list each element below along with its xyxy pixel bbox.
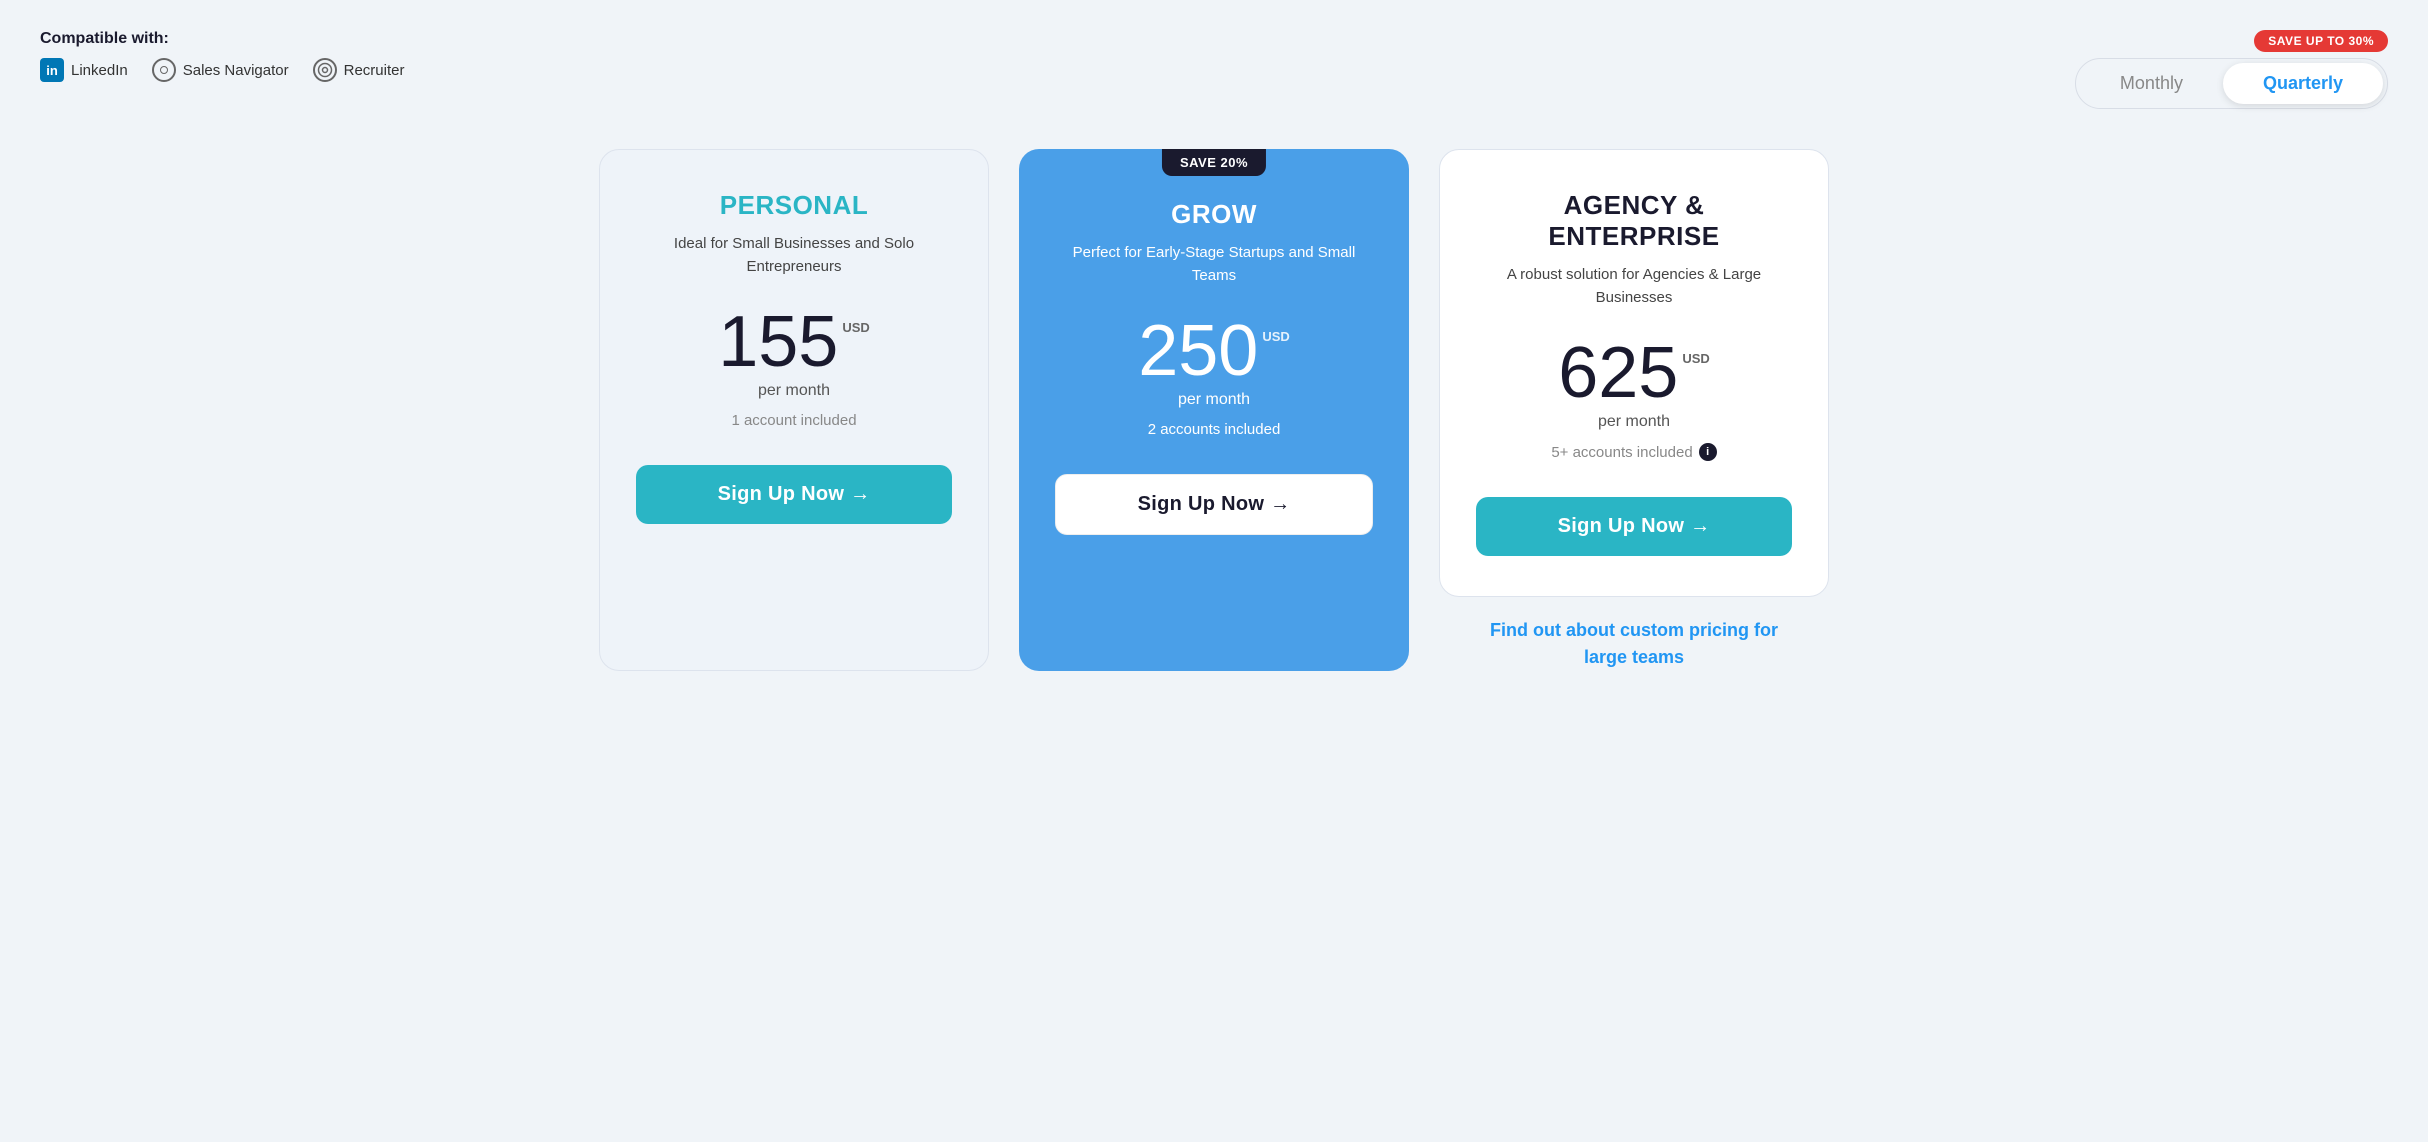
personal-plan-name: PERSONAL — [720, 190, 868, 221]
monthly-toggle-button[interactable]: Monthly — [2080, 63, 2223, 104]
personal-price-currency: USD — [842, 320, 869, 335]
recruiter-icon — [313, 58, 337, 82]
personal-signup-button[interactable]: Sign Up Now → — [636, 465, 952, 524]
compatible-icons: in LinkedIn Sales Navigator Recruiter — [40, 58, 404, 82]
grow-plan-description: Perfect for Early-Stage Startups and Sma… — [1055, 242, 1373, 287]
enterprise-plan-description: A robust solution for Agencies & Large B… — [1476, 264, 1792, 309]
linkedin-compat: in LinkedIn — [40, 58, 128, 82]
enterprise-plan-name: AGENCY & ENTERPRISE — [1476, 190, 1792, 252]
enterprise-wrapper: AGENCY & ENTERPRISE A robust solution fo… — [1439, 149, 1829, 671]
custom-pricing-section: Find out about custom pricing for large … — [1474, 617, 1794, 671]
page-header: Compatible with: in LinkedIn Sales Navig… — [40, 30, 2388, 109]
sales-navigator-label: Sales Navigator — [183, 62, 289, 79]
compatible-section: Compatible with: in LinkedIn Sales Navig… — [40, 30, 404, 82]
personal-plan-description: Ideal for Small Businesses and Solo Entr… — [636, 233, 952, 278]
enterprise-accounts-text: 5+ accounts included — [1551, 444, 1692, 461]
grow-save-badge: SAVE 20% — [1162, 149, 1266, 176]
enterprise-accounts: 5+ accounts included i — [1551, 443, 1716, 461]
sales-navigator-compat: Sales Navigator — [152, 58, 289, 82]
enterprise-price-amount: 625 — [1558, 337, 1678, 409]
linkedin-label: LinkedIn — [71, 62, 128, 79]
recruiter-label: Recruiter — [344, 62, 405, 79]
billing-toggle-section: SAVE UP TO 30% Monthly Quarterly — [2075, 30, 2388, 109]
personal-price-row: 155 USD — [718, 306, 870, 378]
personal-price-amount: 155 — [718, 306, 838, 378]
enterprise-price-currency: USD — [1682, 351, 1709, 366]
grow-price-amount: 250 — [1138, 315, 1258, 387]
grow-price-row: 250 USD — [1138, 315, 1290, 387]
personal-accounts: 1 account included — [731, 412, 856, 429]
grow-accounts: 2 accounts included — [1148, 421, 1281, 438]
grow-signup-button[interactable]: Sign Up Now → — [1055, 474, 1373, 535]
recruiter-compat: Recruiter — [313, 58, 405, 82]
personal-per-month: per month — [758, 382, 830, 400]
grow-price-currency: USD — [1262, 329, 1289, 344]
compatible-label: Compatible with: — [40, 30, 404, 48]
enterprise-per-month: per month — [1598, 413, 1670, 431]
grow-plan-card: SAVE 20% GROW Perfect for Early-Stage St… — [1019, 149, 1409, 671]
grow-per-month: per month — [1178, 391, 1250, 409]
sales-navigator-icon — [152, 58, 176, 82]
plans-container: PERSONAL Ideal for Small Businesses and … — [40, 149, 2388, 671]
info-icon[interactable]: i — [1699, 443, 1717, 461]
enterprise-signup-button[interactable]: Sign Up Now → — [1476, 497, 1792, 556]
grow-plan-name: GROW — [1171, 199, 1257, 230]
enterprise-plan-card: AGENCY & ENTERPRISE A robust solution fo… — [1439, 149, 1829, 597]
linkedin-icon: in — [40, 58, 64, 82]
quarterly-toggle-button[interactable]: Quarterly — [2223, 63, 2383, 104]
billing-toggle[interactable]: Monthly Quarterly — [2075, 58, 2388, 109]
personal-plan-card: PERSONAL Ideal for Small Businesses and … — [599, 149, 989, 671]
save-badge: SAVE UP TO 30% — [2254, 30, 2388, 52]
enterprise-price-row: 625 USD — [1558, 337, 1710, 409]
custom-pricing-link[interactable]: Find out about custom pricing for large … — [1474, 617, 1794, 671]
